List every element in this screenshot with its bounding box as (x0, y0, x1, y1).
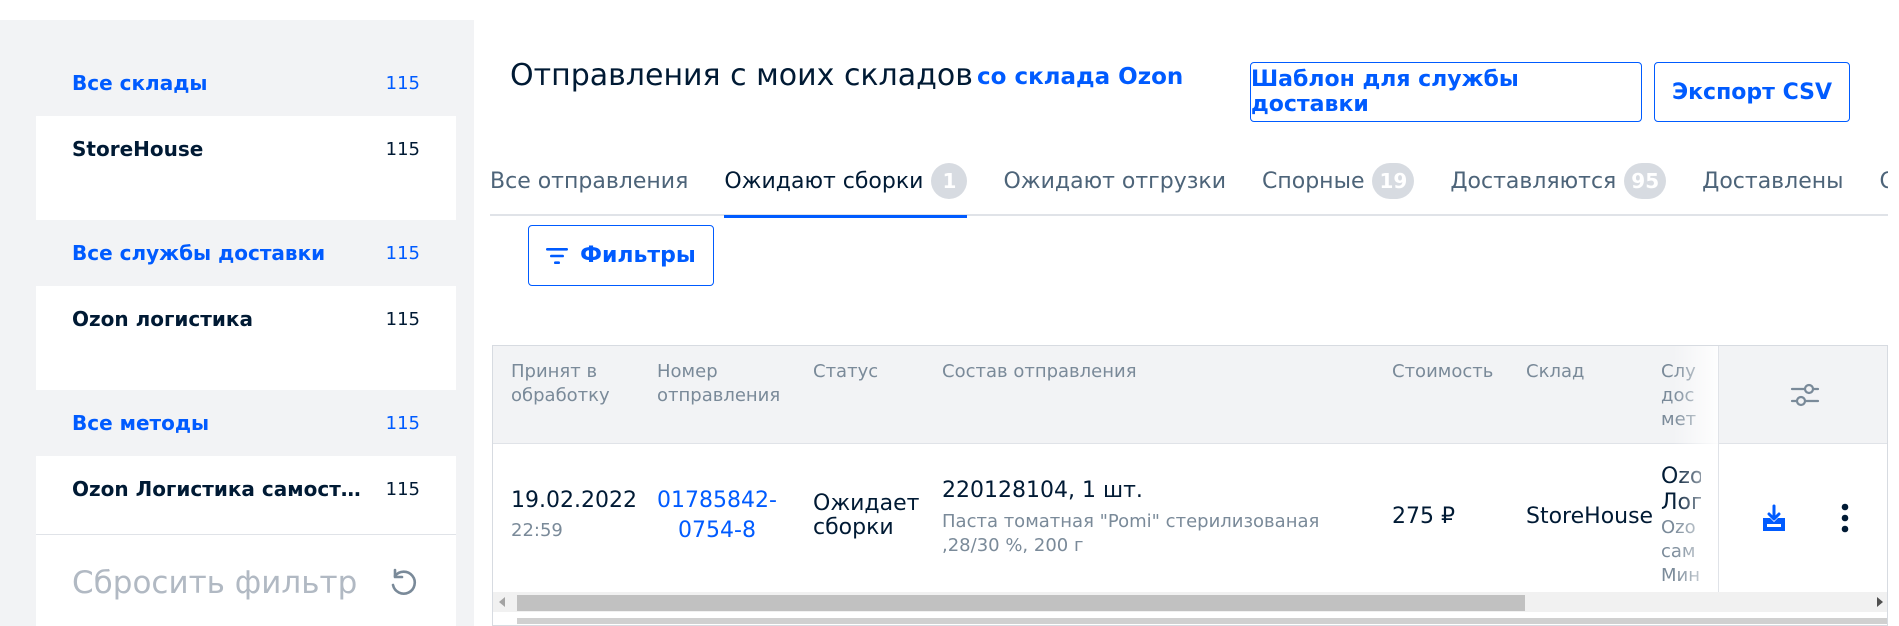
sidebar-spacer (36, 352, 456, 390)
main-content: Отправления с моих складов со склада Ozo… (474, 20, 1888, 626)
column-header-composition[interactable]: Состав отправления (942, 360, 1137, 384)
column-header-status[interactable]: Статус (813, 360, 878, 384)
shipment-number-line: 0754-8 (678, 518, 756, 543)
tab-label: Ожидают сборки (724, 168, 924, 194)
tab-awaiting-shipment[interactable]: Ожидают отгрузки (1003, 146, 1226, 216)
sidebar-item-label: Все методы (72, 411, 210, 435)
sidebar-spacer (36, 522, 456, 534)
row-actions-column (1718, 346, 1887, 592)
filters-button[interactable]: Фильтры (528, 225, 714, 286)
status-tabs: Все отправления Ожидают сборки 1 Ожидают… (490, 146, 1889, 218)
column-settings-header (1719, 346, 1887, 444)
tab-label: Все отправления (490, 168, 689, 194)
sidebar-item-all-warehouses[interactable]: Все склады 115 (36, 50, 456, 116)
scroll-track-edge (517, 618, 1887, 624)
sidebar-item-ozon-logistics[interactable]: Ozon логистика 115 (36, 286, 456, 352)
tab-all-shipments[interactable]: Все отправления (490, 146, 688, 216)
filters-button-label: Фильтры (580, 243, 696, 268)
header-line: отправления (657, 385, 781, 406)
header-line: Номер (657, 361, 718, 382)
sidebar-item-ozon-self-logistics[interactable]: Ozon Логистика самостоя... 115 (36, 456, 456, 522)
status-text: Ожидает сборки (813, 492, 919, 540)
status-line: сборки (813, 515, 894, 540)
sidebar-item-label: StoreHouse (72, 137, 204, 161)
filter-icon (546, 247, 569, 264)
header-line: Принят в (511, 361, 598, 382)
ship-shipment-icon[interactable] (1759, 504, 1789, 534)
sidebar-item-label: Все службы доставки (72, 241, 326, 265)
horizontal-scrollbar[interactable] (493, 592, 1887, 612)
tab-cancelled[interactable]: Отм (1880, 146, 1889, 216)
warehouse-name: StoreHouse (1526, 504, 1654, 529)
delivery-template-button[interactable]: Шаблон для службы доставки (1250, 62, 1642, 122)
tab-awaiting-assembly[interactable]: Ожидают сборки 1 (724, 146, 968, 218)
column-header-warehouse[interactable]: Склад (1526, 360, 1584, 384)
sidebar-item-label: Ozon логистика (72, 307, 253, 331)
sidebar-item-count: 115 (385, 308, 420, 330)
accepted-time: 22:59 (511, 520, 563, 541)
sidebar-item-count: 115 (385, 412, 420, 434)
tab-count-badge: 1 (931, 163, 968, 199)
tab-label: Ожидают отгрузки (1003, 168, 1227, 194)
column-header-number[interactable]: Номер отправления (657, 360, 780, 408)
sidebar-spacer (36, 182, 456, 220)
column-header-accepted[interactable]: Принят в обработку (511, 360, 610, 408)
filter-sidebar: Все склады 115 StoreHouse 115 Все службы… (36, 50, 456, 626)
tab-label: Спорные (1262, 168, 1365, 194)
scrollbar-thumb[interactable] (517, 595, 1525, 611)
page-right-edge (1888, 0, 1899, 626)
sidebar-item-count: 115 (385, 242, 420, 264)
reset-filter-label: Сбросить фильтр (72, 565, 358, 601)
tab-in-delivery[interactable]: Доставляются 95 (1450, 146, 1667, 216)
item-title: 220128104, 1 шт. (942, 478, 1143, 503)
ozon-warehouse-link[interactable]: со склада Ozon (977, 64, 1183, 90)
tab-label: Доставлены (1702, 168, 1844, 194)
sidebar-item-storehouse[interactable]: StoreHouse 115 (36, 116, 456, 182)
shipment-number-link[interactable]: 01785842- 0754-8 (657, 486, 777, 546)
column-settings-icon[interactable] (1790, 382, 1820, 408)
sidebar-item-label: Все склады (72, 71, 208, 95)
tab-label: Доставляются (1450, 168, 1617, 194)
page-title: Отправления с моих складов (510, 58, 973, 93)
tab-label: Отм (1880, 169, 1889, 194)
tab-delivered[interactable]: Доставлены (1702, 146, 1843, 216)
shipment-cost: 275 ₽ (1392, 504, 1455, 529)
sidebar-item-count: 115 (385, 478, 420, 500)
sidebar-item-count: 115 (385, 138, 420, 160)
more-actions-icon[interactable] (1841, 502, 1849, 534)
sidebar-item-label: Ozon Логистика самостоя... (72, 477, 372, 501)
refresh-icon[interactable] (386, 566, 420, 600)
status-line: Ожидает (813, 491, 920, 516)
scroll-left-icon[interactable] (499, 597, 505, 607)
sidebar-item-all-methods[interactable]: Все методы 115 (36, 390, 456, 456)
scroll-right-icon[interactable] (1877, 597, 1883, 607)
tab-count-badge: 19 (1372, 163, 1415, 199)
header-line: обработку (511, 385, 610, 406)
item-description: Паста томатная "Pomi" стерилизованая ,28… (942, 511, 1320, 556)
top-bar (0, 0, 1899, 20)
reset-filter-button[interactable]: Сбросить фильтр (36, 535, 456, 626)
shipment-number-line: 01785842- (657, 488, 777, 513)
tab-count-badge: 95 (1624, 163, 1667, 199)
tab-disputed[interactable]: Спорные 19 (1262, 146, 1415, 216)
sidebar-item-all-delivery-services[interactable]: Все службы доставки 115 (36, 220, 456, 286)
export-csv-button[interactable]: Экспорт CSV (1654, 62, 1850, 122)
overflow-fade (1673, 346, 1723, 592)
sidebar-item-count: 115 (385, 72, 420, 94)
column-header-cost[interactable]: Стоимость (1392, 360, 1493, 384)
shipments-table: Принят в обработку Номер отправления Ста… (492, 345, 1888, 626)
accepted-date: 19.02.2022 (511, 488, 637, 513)
